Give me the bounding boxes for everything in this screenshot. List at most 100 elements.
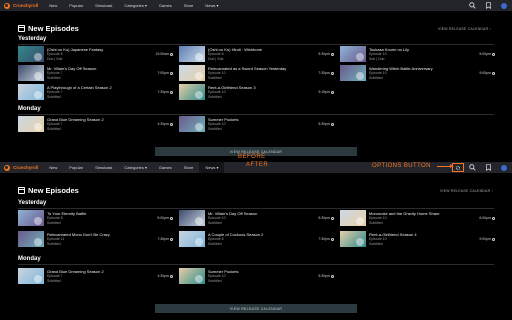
release-time-text: 5:30pm bbox=[318, 122, 330, 126]
episode-item[interactable]: Mr. Villain's Day Off Season Episode 7 Sub… bbox=[18, 65, 173, 81]
nav-simulcast[interactable]: Simulcast bbox=[89, 0, 118, 11]
episode-item[interactable]: Reincarnated as a Sword Season Yesterday… bbox=[179, 65, 334, 81]
release-time-text: 7:30pm bbox=[157, 90, 169, 94]
episode-item[interactable]: Summer Pockets Episode 10 Subtitled 5:30pm bbox=[179, 268, 334, 284]
search-icon[interactable] bbox=[464, 162, 480, 173]
nav-games[interactable]: Games bbox=[153, 0, 178, 11]
episode-thumbnail[interactable] bbox=[179, 210, 205, 226]
crunchyroll-logo[interactable]: Crunchyroll bbox=[0, 162, 43, 173]
crunchyroll-logo-icon bbox=[4, 2, 10, 9]
clock-icon bbox=[492, 71, 495, 75]
view-release-calendar-link[interactable]: VIEW RELEASE CALENDAR › bbox=[438, 27, 491, 31]
episode-item[interactable]: Wandering Witch Battle Anniversary Episod… bbox=[340, 65, 495, 81]
user-avatar[interactable] bbox=[496, 0, 512, 11]
episode-item[interactable]: Reincarnated Mono Don't Be Crazy Episode … bbox=[18, 231, 173, 247]
episode-item[interactable]: (Oshi no Ko) Hindi · Wishbone Episode 8 Du… bbox=[179, 46, 334, 62]
page-title: New Episodes bbox=[28, 24, 79, 33]
episode-item[interactable]: To Your Eternity Battle Episode 8 Subtitle… bbox=[18, 210, 173, 226]
nav-simulcast[interactable]: Simulcast bbox=[89, 162, 118, 173]
day-heading-monday: Monday bbox=[18, 256, 41, 262]
page-header: New Episodes bbox=[18, 186, 79, 195]
nav-new[interactable]: New bbox=[43, 162, 63, 173]
release-time-text: 7:30pm bbox=[318, 237, 330, 241]
bookmark-icon[interactable] bbox=[480, 0, 496, 11]
episode-language: Subtitled bbox=[47, 94, 61, 99]
episode-item[interactable]: Rent-a-Girlfriend Season 3 Episode 10 Subt… bbox=[179, 84, 334, 100]
nav-news[interactable]: News ▾ bbox=[199, 162, 225, 173]
user-avatar[interactable] bbox=[496, 162, 512, 173]
episode-thumbnail[interactable] bbox=[18, 231, 44, 247]
options-button[interactable] bbox=[452, 163, 464, 172]
calendar-icon bbox=[18, 25, 25, 32]
episode-thumbnail[interactable] bbox=[179, 46, 205, 62]
episode-thumbnail[interactable] bbox=[179, 65, 205, 81]
episode-item[interactable]: Grand Blue Dreaming Season 2 Episode 7 Sub… bbox=[18, 116, 173, 132]
search-icon[interactable] bbox=[464, 0, 480, 11]
release-time: 5:00pm bbox=[157, 216, 173, 220]
nav-popular[interactable]: Popular bbox=[63, 0, 89, 11]
episode-thumbnail[interactable] bbox=[18, 268, 44, 284]
clock-icon bbox=[492, 52, 495, 56]
day-heading-yesterday: Yesterday bbox=[18, 200, 47, 206]
release-time: 5:30pm bbox=[318, 274, 334, 278]
episode-item[interactable]: Summer Pockets Episode 10 Subtitled 5:30pm bbox=[179, 116, 334, 132]
before-label: BEFORE bbox=[238, 154, 266, 160]
episode-item[interactable]: Mononoke and the Gravity Home Share Episo… bbox=[340, 210, 495, 226]
nav-popular[interactable]: Popular bbox=[63, 162, 89, 173]
episode-thumbnail[interactable] bbox=[18, 65, 44, 81]
episode-info: To Your Eternity Battle Episode 8 Subtitle… bbox=[47, 210, 173, 225]
episode-info: Mononoke and the Gravity Home Share Episo… bbox=[369, 210, 495, 225]
episode-info: Tsukasa Kourin no Lily Episode 10 Sub | Du… bbox=[369, 46, 495, 61]
nav-news[interactable]: News ▾ bbox=[199, 0, 224, 11]
episode-thumbnail[interactable] bbox=[179, 84, 205, 100]
nav-games[interactable]: Games bbox=[153, 162, 178, 173]
nav-categories[interactable]: Categories ▾ bbox=[118, 0, 152, 11]
view-release-calendar-link[interactable]: VIEW RELEASE CALENDAR › bbox=[440, 189, 493, 193]
episode-item[interactable]: Rent-a-Girlfriend Season 4 Episode 10 Subt… bbox=[340, 231, 495, 247]
episode-thumbnail[interactable] bbox=[179, 268, 205, 284]
episode-info: Summer Pockets Episode 10 Subtitled bbox=[208, 268, 334, 283]
nav-categories[interactable]: Categories ▾ bbox=[118, 162, 152, 173]
episode-thumbnail[interactable] bbox=[18, 46, 44, 62]
episode-info: A Playthrough of a Certain Season 2 Episo… bbox=[47, 84, 173, 99]
episode-thumbnail[interactable] bbox=[340, 231, 366, 247]
crunchyroll-logo-icon bbox=[4, 164, 10, 171]
episode-thumbnail[interactable] bbox=[18, 84, 44, 100]
arrow-icon bbox=[437, 164, 453, 168]
episode-language: Subtitled bbox=[208, 278, 222, 283]
episode-item[interactable]: Grand Blue Dreaming Season 2 Episode 7 Sub… bbox=[18, 268, 173, 284]
bookmark-icon[interactable] bbox=[480, 162, 496, 173]
episode-language: Sub | Dub bbox=[369, 56, 385, 61]
nav-store[interactable]: Store bbox=[178, 0, 200, 11]
view-release-calendar-button[interactable]: VIEW RELEASE CALENDAR bbox=[155, 304, 357, 313]
episode-language: Subtitled bbox=[47, 241, 61, 246]
release-time: 4:30pm bbox=[157, 122, 173, 126]
episode-info: Grand Blue Dreaming Season 2 Episode 7 Sub… bbox=[47, 268, 173, 283]
release-time-text: 5:30pm bbox=[318, 274, 330, 278]
release-time: 7:30pm bbox=[318, 71, 334, 75]
nav-store[interactable]: Store bbox=[178, 162, 200, 173]
episode-language: Subtitled bbox=[369, 75, 383, 80]
episode-language: Subtitled bbox=[47, 75, 61, 80]
episode-info: Grand Blue Dreaming Season 2 Episode 7 Sub… bbox=[47, 116, 173, 131]
release-time-text: 5:00pm bbox=[479, 52, 491, 56]
episode-thumbnail[interactable] bbox=[179, 116, 205, 132]
episode-item[interactable]: A Couple of Cuckoos Season 2 Episode 8 Sub… bbox=[179, 231, 334, 247]
episode-thumbnail[interactable] bbox=[18, 116, 44, 132]
options-button-label: OPTIONS BUTTON bbox=[372, 163, 431, 169]
episode-item[interactable]: Mr. Villain's Day Off Season Episode 10 Su… bbox=[179, 210, 334, 226]
episode-thumbnail[interactable] bbox=[18, 210, 44, 226]
episode-thumbnail[interactable] bbox=[179, 231, 205, 247]
nav-new[interactable]: New bbox=[43, 0, 63, 11]
episode-thumbnail[interactable] bbox=[340, 46, 366, 62]
episode-item[interactable]: Tsukasa Kourin no Lily Episode 10 Sub | Du… bbox=[340, 46, 495, 62]
episode-thumbnail[interactable] bbox=[340, 65, 366, 81]
episode-item[interactable]: (Oshi no Ko) Japanese Fantasy Episode 8 Du… bbox=[18, 46, 173, 62]
episode-info: Mr. Villain's Day Off Season Episode 10 Su… bbox=[208, 210, 334, 225]
episode-item[interactable]: A Playthrough of a Certain Season 2 Episo… bbox=[18, 84, 173, 100]
clock-icon bbox=[170, 274, 173, 278]
after-screenshot: Crunchyroll New Popular Simulcast Catego… bbox=[0, 160, 512, 320]
episode-language: Subtitled bbox=[208, 220, 222, 225]
crunchyroll-logo[interactable]: Crunchyroll bbox=[0, 0, 43, 11]
episode-thumbnail[interactable] bbox=[340, 210, 366, 226]
